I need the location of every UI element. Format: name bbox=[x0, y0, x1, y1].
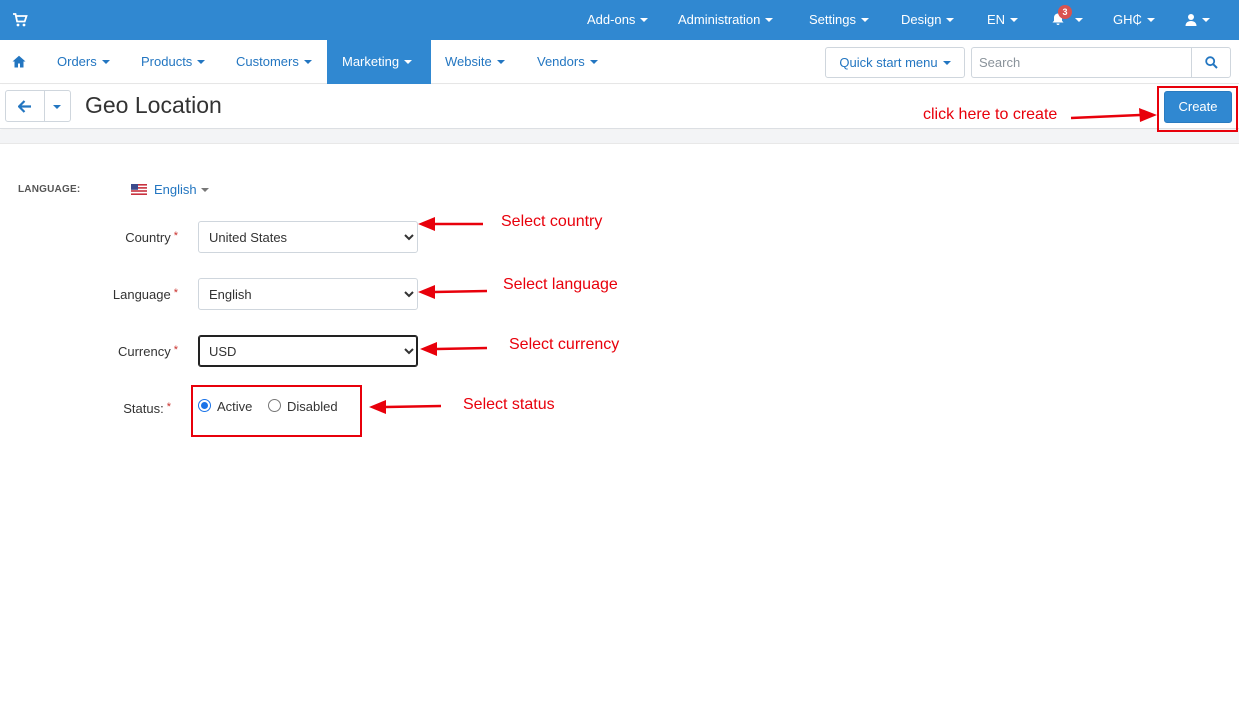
required-mark: * bbox=[173, 230, 178, 242]
menu-addons-label: Add-ons bbox=[587, 12, 636, 27]
arrow-left-icon bbox=[18, 100, 31, 113]
annotation-language: Select language bbox=[503, 276, 618, 293]
menu-design-label: Design bbox=[901, 12, 942, 27]
language-field-label: Language * bbox=[18, 287, 178, 302]
chevron-down-icon bbox=[53, 105, 61, 109]
chevron-down-icon bbox=[1075, 18, 1083, 22]
arrow-to-country bbox=[418, 217, 483, 231]
chevron-down-icon bbox=[1010, 17, 1019, 22]
language-field-label-text: Language bbox=[112, 287, 171, 302]
cart-icon[interactable] bbox=[12, 12, 28, 28]
annotation-create: click here to create bbox=[923, 106, 1058, 123]
currency-label-text: Currency bbox=[117, 344, 171, 359]
menu-language[interactable]: EN bbox=[987, 0, 1019, 40]
menu-language-label: EN bbox=[987, 12, 1006, 27]
us-flag-icon bbox=[131, 184, 147, 196]
country-label: Country * bbox=[18, 230, 178, 245]
menu-administration[interactable]: Administration bbox=[678, 0, 774, 40]
search-button[interactable] bbox=[1191, 47, 1231, 78]
menu-addons[interactable]: Add-ons bbox=[587, 0, 649, 40]
nav-vendors[interactable]: Vendors bbox=[537, 40, 598, 84]
back-button[interactable] bbox=[5, 90, 45, 122]
main-nav: Orders Products Customers Marketing Webs… bbox=[0, 40, 1239, 84]
user-icon bbox=[1185, 14, 1197, 26]
page-title: Geo Location bbox=[85, 92, 222, 118]
notifications-button[interactable]: 3 bbox=[1049, 5, 1089, 32]
annotation-country: Select country bbox=[501, 213, 603, 230]
nav-orders-label: Orders bbox=[57, 54, 97, 69]
country-label-text: Country bbox=[125, 230, 171, 245]
language-selector-value: English bbox=[154, 182, 197, 197]
menu-administration-label: Administration bbox=[678, 12, 761, 27]
language-select[interactable]: English bbox=[198, 278, 418, 310]
chevron-down-icon bbox=[589, 59, 598, 64]
chevron-down-icon bbox=[765, 17, 774, 22]
nav-vendors-label: Vendors bbox=[537, 54, 585, 69]
required-mark: * bbox=[166, 401, 171, 413]
nav-customers[interactable]: Customers bbox=[236, 40, 312, 84]
menu-currency[interactable]: GH₵ bbox=[1113, 0, 1155, 40]
chevron-down-icon bbox=[946, 17, 955, 22]
nav-website[interactable]: Website bbox=[445, 40, 505, 84]
chevron-down-icon bbox=[496, 59, 505, 64]
chevron-down-icon bbox=[1202, 18, 1210, 22]
menu-settings[interactable]: Settings bbox=[809, 0, 869, 40]
chevron-down-icon bbox=[860, 17, 869, 22]
currency-select[interactable]: USD bbox=[198, 335, 418, 367]
arrow-to-status bbox=[369, 400, 442, 414]
home-icon[interactable] bbox=[12, 55, 26, 68]
top-bar: Add-ons Administration Settings Design E… bbox=[0, 0, 1239, 40]
header-divider bbox=[0, 130, 1239, 144]
annotation-currency: Select currency bbox=[509, 336, 620, 353]
quick-start-menu-button[interactable]: Quick start menu bbox=[825, 47, 965, 78]
menu-settings-label: Settings bbox=[809, 12, 856, 27]
language-selector[interactable]: English bbox=[131, 182, 209, 198]
chevron-down-icon bbox=[200, 187, 209, 192]
chevron-down-icon bbox=[1146, 17, 1155, 22]
chevron-down-icon bbox=[197, 59, 206, 64]
search-input[interactable] bbox=[971, 47, 1192, 78]
search-icon bbox=[1205, 56, 1218, 69]
status-label-text: Status: bbox=[123, 401, 164, 416]
arrow-to-language bbox=[418, 285, 488, 299]
status-label: Status: * bbox=[11, 401, 171, 416]
back-dropdown-button[interactable] bbox=[44, 90, 71, 122]
create-highlight-box bbox=[1157, 86, 1238, 132]
required-mark: * bbox=[173, 287, 178, 299]
chevron-down-icon bbox=[640, 17, 649, 22]
menu-design[interactable]: Design bbox=[901, 0, 955, 40]
menu-currency-label: GH₵ bbox=[1113, 12, 1142, 27]
arrow-to-currency bbox=[420, 342, 488, 356]
chevron-down-icon bbox=[942, 60, 951, 65]
chevron-down-icon bbox=[404, 59, 413, 64]
language-label: LANGUAGE: bbox=[18, 184, 81, 195]
quick-start-label: Quick start menu bbox=[839, 55, 938, 70]
required-mark: * bbox=[173, 344, 178, 356]
nav-orders[interactable]: Orders bbox=[57, 40, 110, 84]
country-select[interactable]: United States bbox=[198, 221, 418, 253]
nav-products-label: Products bbox=[141, 54, 193, 69]
currency-label: Currency * bbox=[18, 344, 178, 359]
nav-customers-label: Customers bbox=[236, 54, 299, 69]
status-highlight-box bbox=[191, 385, 362, 437]
notification-badge: 3 bbox=[1058, 5, 1072, 19]
chevron-down-icon bbox=[303, 59, 312, 64]
annotation-status: Select status bbox=[463, 396, 555, 413]
chevron-down-icon bbox=[101, 59, 110, 64]
nav-products[interactable]: Products bbox=[141, 40, 206, 84]
user-menu[interactable] bbox=[1185, 12, 1215, 28]
nav-website-label: Website bbox=[445, 54, 492, 69]
nav-marketing-label: Marketing bbox=[342, 54, 400, 69]
nav-marketing[interactable]: Marketing bbox=[327, 40, 431, 84]
